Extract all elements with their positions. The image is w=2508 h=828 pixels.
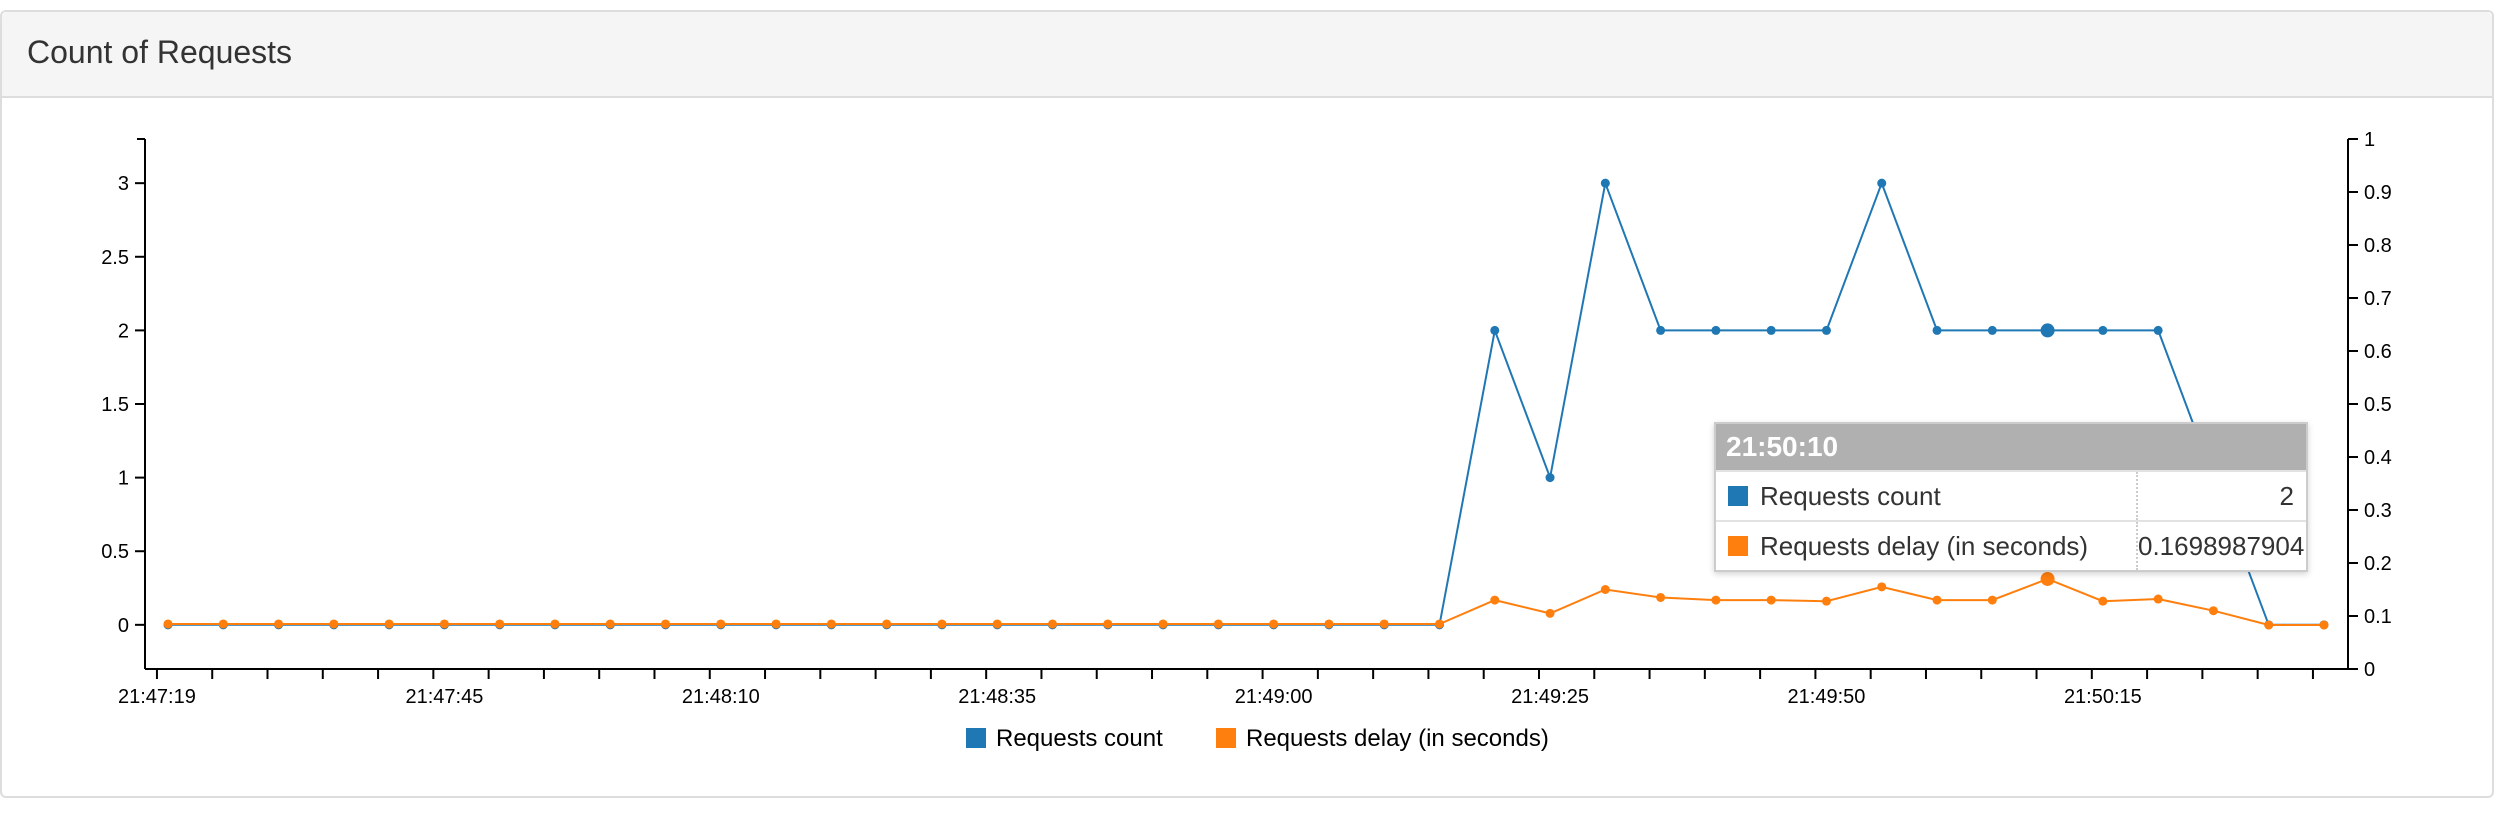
data-point xyxy=(495,619,505,629)
data-point xyxy=(2098,596,2108,606)
y-left-tick-label: 0 xyxy=(118,615,129,637)
data-point xyxy=(1766,595,1776,605)
data-point xyxy=(1379,619,1389,629)
data-point xyxy=(1932,325,1942,335)
y-left-tick-label: 0.5 xyxy=(101,541,129,563)
line-chart: 0 0.5 1 1.5 2 2.5 3 0 0.1 0.2 0.3 0.4 0.5 0.6 0.7 0.8 0.… xyxy=(101,129,2392,752)
data-point xyxy=(937,619,947,629)
data-point xyxy=(1324,619,1334,629)
y-left-tick-label: 1 xyxy=(118,468,129,490)
x-tick-label: 21:47:19 xyxy=(118,686,196,708)
data-point xyxy=(1656,325,1666,335)
x-tick-label: 21:49:00 xyxy=(1235,686,1313,708)
legend-label: Requests count xyxy=(996,725,1163,752)
data-point xyxy=(605,619,615,629)
y-right-tick-label: 0 xyxy=(2364,659,2375,681)
chart-tooltip: 21:50:10 Requests count 2 Requests delay… xyxy=(1714,422,2308,572)
data-point xyxy=(1545,473,1555,483)
data-point xyxy=(2040,571,2055,586)
y-right-tick-label: 0.7 xyxy=(2364,288,2392,310)
data-point xyxy=(1987,595,1997,605)
y-right-tick-label: 0.2 xyxy=(2364,553,2392,575)
x-tick-label: 21:49:25 xyxy=(1511,686,1589,708)
data-point xyxy=(1545,608,1555,618)
data-point xyxy=(384,619,394,629)
x-tick-label: 21:50:15 xyxy=(2064,686,2142,708)
data-point xyxy=(2098,325,2108,335)
x-tick-label: 21:48:10 xyxy=(682,686,760,708)
legend-label: Requests delay (in seconds) xyxy=(1246,725,1549,752)
data-point xyxy=(882,619,892,629)
tooltip-time: 21:50:10 xyxy=(1716,424,2306,470)
data-point xyxy=(1103,619,1113,629)
data-point xyxy=(1877,178,1887,188)
data-point xyxy=(2153,325,2163,335)
data-point xyxy=(218,619,228,629)
y-right-tick-label: 0.1 xyxy=(2364,606,2392,628)
delay-swatch-icon xyxy=(1728,536,1748,556)
data-point xyxy=(1490,325,1500,335)
data-point xyxy=(1600,585,1610,594)
y-right-tick-label: 0.6 xyxy=(2364,341,2392,363)
y-right-tick-label: 0.9 xyxy=(2364,182,2392,204)
data-point xyxy=(2264,620,2274,630)
data-point xyxy=(329,619,339,629)
legend-swatch-icon xyxy=(966,728,986,748)
tooltip-row-value: 2 xyxy=(2136,472,2306,520)
tooltip-row-delay: Requests delay (in seconds) 0.1698987904 xyxy=(1716,520,2306,570)
y-left-tick-label: 2 xyxy=(118,320,129,342)
data-point xyxy=(1048,619,1058,629)
data-point xyxy=(2208,606,2218,616)
data-point xyxy=(2153,594,2163,604)
x-tick-label: 21:49:50 xyxy=(1788,686,1866,708)
data-point xyxy=(1766,325,1776,335)
data-point xyxy=(1711,595,1721,605)
tooltip-row-label: Requests count xyxy=(1760,480,1941,511)
tooltip-row-count: Requests count 2 xyxy=(1716,470,2306,520)
data-point xyxy=(439,619,449,629)
x-tick-label: 21:48:35 xyxy=(958,686,1036,708)
data-point xyxy=(1158,619,1168,629)
data-point xyxy=(1434,619,1444,629)
data-point xyxy=(716,619,726,629)
data-point xyxy=(1987,325,1997,335)
chart-legend: Requests count Requests delay (in seconds… xyxy=(966,725,1549,752)
data-point xyxy=(771,619,781,629)
y-right-tick-label: 0.3 xyxy=(2364,500,2392,522)
data-point xyxy=(1269,619,1279,629)
x-tick-label: 21:47:45 xyxy=(405,686,483,708)
y-right-tick-label: 0.5 xyxy=(2364,394,2392,416)
data-point xyxy=(826,619,836,629)
y-left-tick-label: 2.5 xyxy=(101,247,129,269)
data-point xyxy=(1932,595,1942,605)
data-point xyxy=(2040,323,2055,338)
y-right-tick-label: 0.4 xyxy=(2364,447,2392,469)
y-left-tick-label: 3 xyxy=(118,173,129,195)
y-left-tick-label: 1.5 xyxy=(101,394,129,416)
series-line-delay xyxy=(168,577,2324,626)
tooltip-row-value: 0.1698987904 xyxy=(2136,522,2316,570)
data-point xyxy=(1821,325,1831,335)
data-point xyxy=(274,619,284,629)
data-point xyxy=(661,619,671,629)
legend-swatch-icon xyxy=(1216,728,1236,748)
data-point xyxy=(1821,596,1831,606)
data-point xyxy=(1490,595,1500,605)
data-point xyxy=(1711,325,1721,335)
count-swatch-icon xyxy=(1728,486,1748,506)
y-right-tick-label: 0.8 xyxy=(2364,235,2392,257)
data-point xyxy=(992,619,1002,629)
data-point xyxy=(1877,582,1887,592)
data-point xyxy=(1600,178,1610,188)
data-point xyxy=(2319,620,2329,630)
tooltip-row-label: Requests delay (in seconds) xyxy=(1760,530,2089,561)
data-point xyxy=(163,619,173,629)
data-point xyxy=(550,619,560,629)
data-point xyxy=(1656,592,1666,602)
y-right-tick-label: 1 xyxy=(2364,129,2375,151)
data-point xyxy=(1213,619,1223,629)
